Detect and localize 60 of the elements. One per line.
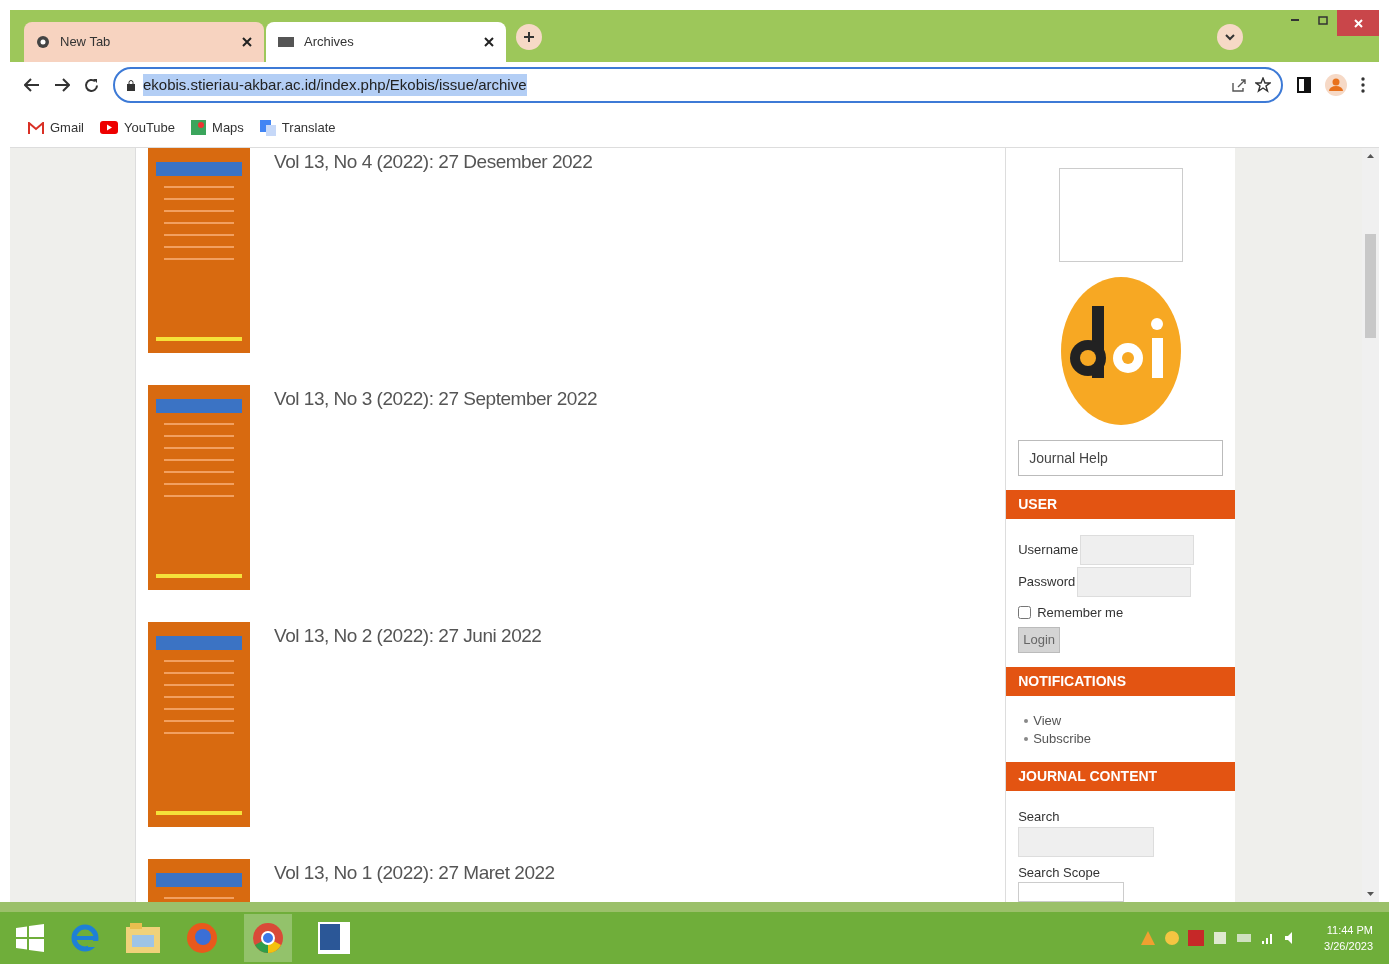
tab-title: Archives bbox=[304, 33, 355, 52]
tab-title: New Tab bbox=[60, 33, 112, 52]
scroll-up-icon[interactable] bbox=[1367, 154, 1374, 158]
browser-tab[interactable]: Archives bbox=[266, 22, 506, 62]
mail-icon bbox=[28, 121, 44, 134]
browser-tab[interactable]: New Tab bbox=[24, 22, 264, 62]
close-tab-icon[interactable] bbox=[242, 37, 252, 47]
username-field[interactable] bbox=[1080, 535, 1195, 566]
forward-arrow-icon[interactable] bbox=[54, 78, 70, 92]
notification-link[interactable]: View bbox=[1024, 711, 1217, 730]
scroll-down-icon[interactable] bbox=[1367, 892, 1374, 896]
search-label: Search bbox=[1018, 808, 1061, 826]
profile-icon[interactable] bbox=[1325, 74, 1347, 96]
search-scope-label: Search Scope bbox=[1018, 863, 1101, 882]
remember-me-label: Remember me bbox=[1037, 604, 1124, 623]
address-bar[interactable]: ekobis.stieriau-akbar.ac.id/index.php/Ekobis/issue/archive bbox=[113, 67, 1283, 103]
minimize-icon bbox=[1291, 19, 1299, 21]
reload-icon[interactable] bbox=[84, 77, 99, 93]
close-tab-icon[interactable] bbox=[484, 37, 494, 47]
issue-link[interactable]: Vol 13, No 3 (2022): 27 September 2022 bbox=[274, 385, 598, 414]
video-play-icon bbox=[99, 121, 118, 134]
windows-start-icon[interactable] bbox=[16, 924, 44, 952]
menu-icon[interactable] bbox=[1361, 77, 1365, 93]
close-icon bbox=[1353, 18, 1363, 28]
bookmark-link[interactable]: Maps bbox=[191, 117, 244, 138]
issue-link[interactable]: Vol 13, No 4 (2022): 27 Desember 2022 bbox=[274, 148, 593, 177]
star-icon[interactable] bbox=[1255, 77, 1271, 93]
issue-link[interactable]: Vol 13, No 2 (2022): 27 Juni 2022 bbox=[274, 622, 542, 651]
scrollbar-thumb[interactable] bbox=[1365, 234, 1376, 338]
journal-help-link[interactable]: Journal Help bbox=[1018, 440, 1223, 476]
url-text: ekobis.stieriau-akbar.ac.id/index.php/Ekobis/issue/archive bbox=[143, 73, 527, 97]
chevron-down-icon bbox=[1225, 33, 1235, 41]
block-heading: JOURNAL CONTENT bbox=[1006, 761, 1235, 791]
share-icon[interactable] bbox=[1231, 77, 1247, 93]
login-button[interactable]: Login bbox=[1018, 626, 1060, 653]
plus-icon bbox=[523, 31, 535, 43]
close-button[interactable] bbox=[1337, 10, 1379, 36]
chrome-icon bbox=[252, 922, 284, 954]
block-heading: USER bbox=[1006, 490, 1235, 520]
remember-me-checkbox[interactable] bbox=[1018, 606, 1032, 620]
active-taskbar-button[interactable] bbox=[244, 914, 292, 962]
back-arrow-icon[interactable] bbox=[24, 78, 40, 92]
notification-link[interactable]: Subscribe bbox=[1024, 729, 1217, 748]
new-tab-button[interactable] bbox=[516, 24, 542, 50]
site-favicon-icon bbox=[278, 37, 294, 47]
block-heading: NOTIFICATIONS bbox=[1006, 666, 1235, 696]
lock-icon bbox=[127, 79, 135, 91]
username-label: Username bbox=[1018, 541, 1079, 560]
password-label: Password bbox=[1018, 573, 1076, 592]
password-field[interactable] bbox=[1077, 567, 1192, 598]
side-panel-icon[interactable] bbox=[1297, 77, 1311, 93]
globe-icon bbox=[36, 35, 50, 49]
bookmark-link[interactable]: Translate bbox=[259, 117, 336, 138]
issue-link[interactable]: Vol 13, No 1 (2022): 27 Maret 2022 bbox=[274, 859, 555, 888]
bookmark-link[interactable]: Gmail bbox=[28, 117, 84, 138]
maximize-icon bbox=[1318, 15, 1328, 25]
search-field[interactable] bbox=[1018, 826, 1155, 857]
tab-search-button[interactable] bbox=[1217, 24, 1243, 50]
bookmark-link[interactable]: YouTube bbox=[99, 117, 176, 138]
scrollbar[interactable] bbox=[1362, 148, 1379, 902]
